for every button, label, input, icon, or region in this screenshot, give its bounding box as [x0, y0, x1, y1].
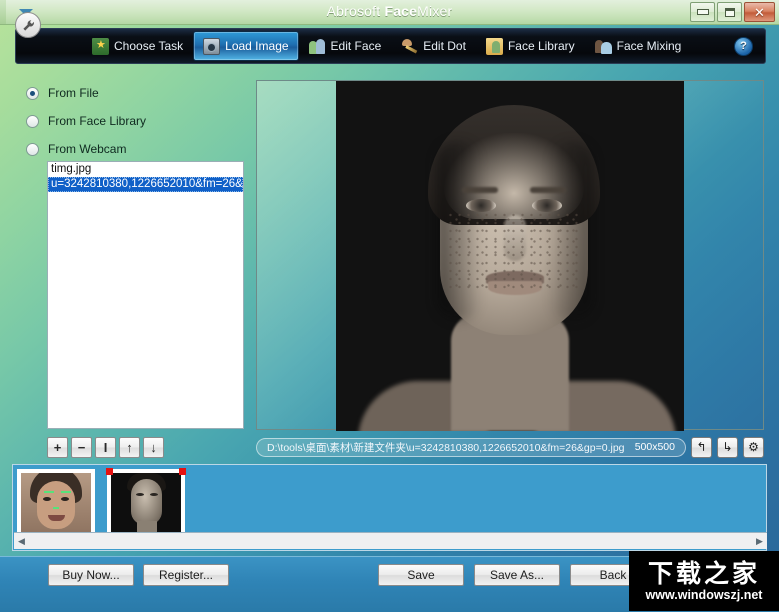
rotate-left-button[interactable]: ↰ — [691, 436, 712, 458]
file-path-text: D:\tools\桌面\素材\新建文件夹\u=3242810380,122665… — [267, 441, 625, 454]
tab-load-image-label: Load Image — [225, 39, 289, 53]
loaded-image — [336, 81, 684, 431]
watermark-url: www.windowszj.net — [645, 587, 763, 602]
tab-edit-dot[interactable]: Edit Dot — [391, 31, 476, 61]
scroll-right-icon[interactable]: ▶ — [752, 534, 767, 549]
move-down-button[interactable]: ↓ — [143, 437, 164, 458]
tab-face-library[interactable]: Face Library — [476, 31, 585, 61]
folder-face-icon — [485, 37, 503, 55]
radio-from-face-library-indicator — [26, 114, 39, 128]
tab-load-image[interactable]: Load Image — [193, 31, 299, 61]
settings-button[interactable]: ⚙ — [743, 436, 764, 458]
save-button[interactable]: Save — [378, 564, 464, 586]
radio-from-webcam-indicator — [26, 142, 39, 156]
wrench-icon — [22, 19, 34, 31]
selection-corner-icon — [106, 468, 113, 475]
image-source-radio-group: From File From Face Library From Webcam — [26, 83, 146, 167]
radio-from-file[interactable]: From File — [26, 83, 146, 103]
tab-choose-task-label: Choose Task — [114, 39, 184, 53]
portrait-graphic — [336, 81, 684, 431]
save-as-button[interactable]: Save As... — [474, 564, 560, 586]
remove-button[interactable]: − — [71, 437, 92, 458]
title-bar: Abrosoft FaceMixer ✕ — [0, 0, 779, 25]
toolbar-tabs: Choose Task Load Image Edit Face Edit Do… — [82, 31, 691, 61]
radio-from-face-library-label: From Face Library — [48, 114, 147, 128]
folder-star-icon — [92, 37, 109, 55]
selection-corner-icon — [179, 468, 186, 475]
watermark: 下载之家 www.windowszj.net — [629, 551, 779, 611]
pen-icon — [401, 38, 418, 55]
group-faces-icon — [594, 38, 612, 55]
register-button[interactable]: Register... — [143, 564, 229, 586]
help-icon[interactable]: ? — [734, 36, 753, 56]
action-buttons: Save Save As... Back — [378, 564, 656, 586]
image-status-bar: D:\tools\桌面\素材\新建文件夹\u=3242810380,122665… — [256, 436, 764, 458]
app-title-suffix: Mixer — [417, 3, 453, 19]
tab-face-mixing[interactable]: Face Mixing — [585, 31, 692, 61]
move-up-button[interactable]: ↑ — [119, 437, 140, 458]
two-faces-icon — [308, 38, 326, 55]
camera-icon — [203, 37, 221, 55]
list-item[interactable]: timg.jpg — [48, 162, 243, 177]
rotate-right-button[interactable]: ↳ — [717, 436, 738, 458]
app-title-prefix: Abrosoft — [326, 3, 385, 19]
tab-choose-task[interactable]: Choose Task — [82, 31, 193, 61]
radio-from-face-library[interactable]: From Face Library — [26, 111, 146, 131]
close-button[interactable]: ✕ — [744, 2, 775, 22]
maximize-icon — [724, 7, 735, 17]
maximize-button[interactable] — [717, 2, 742, 22]
radio-from-file-label: From File — [48, 86, 99, 100]
rename-button[interactable]: I — [95, 437, 116, 458]
thumbnail-face-1[interactable] — [17, 469, 95, 539]
radio-from-webcam-label: From Webcam — [48, 142, 127, 156]
thumbnail-scrollbar[interactable]: ◀ ▶ — [14, 532, 767, 549]
radio-from-webcam[interactable]: From Webcam — [26, 139, 146, 159]
license-buttons: Buy Now... Register... — [48, 564, 229, 586]
image-dimensions-label: 500x500 — [634, 441, 675, 453]
page-title: Abrosoft FaceMixer — [0, 3, 779, 19]
scroll-left-icon[interactable]: ◀ — [14, 534, 29, 549]
add-button[interactable]: + — [47, 437, 68, 458]
close-icon: ✕ — [754, 4, 765, 20]
image-viewer[interactable] — [256, 80, 764, 431]
watermark-logo-text: 下载之家 — [647, 559, 760, 588]
window-controls: ✕ — [690, 2, 775, 22]
thumbnail-face-2[interactable] — [106, 468, 186, 540]
thumbnail-list — [17, 468, 186, 540]
tab-edit-face-label: Edit Face — [330, 39, 382, 53]
application-window: Abrosoft FaceMixer ✕ Choose Task Load Im… — [0, 0, 779, 612]
options-wrench-button[interactable] — [15, 12, 41, 38]
tab-face-library-label: Face Library — [507, 39, 575, 53]
app-title-bold: Face — [384, 3, 418, 19]
tab-edit-face[interactable]: Edit Face — [299, 31, 392, 61]
main-toolbar: Choose Task Load Image Edit Face Edit Do… — [15, 28, 766, 64]
file-path-display: D:\tools\桌面\素材\新建文件夹\u=3242810380,122665… — [256, 437, 686, 457]
tab-edit-dot-label: Edit Dot — [423, 39, 466, 53]
file-list-toolbar: + − I ↑ ↓ — [47, 437, 164, 458]
minimize-button[interactable] — [690, 2, 715, 22]
list-item[interactable]: u=3242810380,1226652010&fm=26&gp= — [48, 177, 243, 192]
minimize-icon — [696, 9, 709, 15]
tab-face-mixing-label: Face Mixing — [616, 39, 682, 53]
file-list-box[interactable]: timg.jpg u=3242810380,1226652010&fm=26&g… — [47, 161, 244, 429]
thumbnail-strip: ◀ ▶ — [12, 464, 767, 551]
buy-now-button[interactable]: Buy Now... — [48, 564, 134, 586]
radio-from-file-indicator — [26, 86, 39, 100]
